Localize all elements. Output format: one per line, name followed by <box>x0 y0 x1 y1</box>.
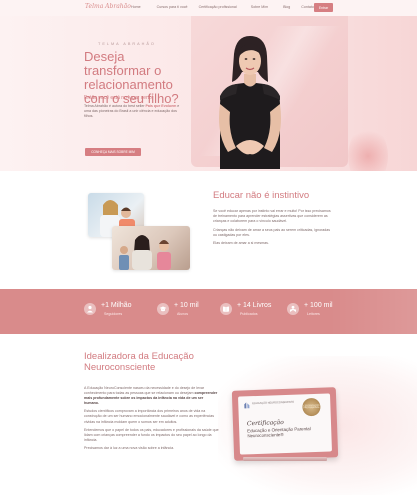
stat-value: +1 Milhão <box>101 302 132 309</box>
stat-value: + 100 mil <box>304 302 333 309</box>
instinct-paragraph: Se você educar apenas por instinto vai e… <box>213 209 331 224</box>
brain-logo-icon <box>244 402 250 409</box>
header-cta-button[interactable]: Entrar <box>314 3 333 12</box>
certificate-subtitle: Educação e Orientação Parental Neurocons… <box>247 426 311 439</box>
stat-value: + 14 Livros <box>237 302 272 309</box>
hero-description: Telma Abrahão é autora do best seller Pa… <box>84 104 184 120</box>
site-header: Telma Abrahão Home Cursos para ti você C… <box>0 0 417 16</box>
instinct-paragraph: Crianças não deixam de amar a seus pais … <box>213 227 331 237</box>
seal-text: CERTIFICAÇÃO PROFISSIONAL <box>303 404 320 410</box>
page: Telma Abrahão Home Cursos para ti você C… <box>0 0 417 495</box>
hero-subtitle: Então você está no lugar certo! <box>84 95 154 101</box>
hero-decor-blob <box>348 126 388 171</box>
stat-label: Publicados <box>240 312 258 316</box>
stat-label: Seguidores <box>104 312 123 316</box>
instinct-section: Educar não é instintivo Se você educar a… <box>0 171 417 289</box>
reader-icon <box>287 303 299 315</box>
about-me-button[interactable]: CONHEÇA MAIS SOBRE MIM <box>85 148 141 156</box>
graduation-icon <box>157 303 169 315</box>
certificate-logo-text: EDUCAÇÃO NEUROCONSCIENTE <box>252 400 295 406</box>
instinct-text: Se você educar apenas por instinto vai e… <box>213 209 331 249</box>
certificate-paper: EDUCAÇÃO NEUROCONSCIENTE CERTIFICAÇÃO PR… <box>238 393 332 455</box>
neuroconscious-text: A Educação NeuroConsciente nasceu da nec… <box>84 386 219 454</box>
neuroconscious-paragraph: Estudos científicos comprovam a importân… <box>84 409 215 424</box>
stat-label: Leitores <box>307 312 320 316</box>
certificate-frame: EDUCAÇÃO NEUROCONSCIENTE CERTIFICAÇÃO PR… <box>231 387 339 461</box>
instinct-paragraph: Elas deixam de amar a si mesmas. <box>213 241 269 246</box>
nav-item-blog[interactable]: Blog <box>283 5 290 9</box>
stat-value: + 10 mil <box>174 302 199 309</box>
person-icon <box>84 303 96 315</box>
book-icon <box>220 303 232 315</box>
teacher-children-photo <box>112 226 190 270</box>
section-title-instinct: Educar não é instintivo <box>213 190 310 201</box>
nav-item-home[interactable]: Home <box>131 5 141 9</box>
nav-item-cursos[interactable]: Cursos para ti você <box>157 5 188 9</box>
nav-item-sobre[interactable]: Sobre Mim <box>251 5 268 9</box>
certificate-stand <box>243 457 327 461</box>
neuroconscious-paragraph: Precisamos dar à luz a uma nova visão so… <box>84 445 175 450</box>
certificate-seal: CERTIFICAÇÃO PROFISSIONAL <box>302 397 321 417</box>
hero-text-prefix: Telma Abrahão é autora do best seller <box>84 104 146 108</box>
certificate-mockup: EDUCAÇÃO NEUROCONSCIENTE CERTIFICAÇÃO PR… <box>231 387 339 463</box>
hero-book-highlight: Pais que Evoluem <box>145 104 177 108</box>
hero-section: TELMA ABRAHÃO Deseja transformar o relac… <box>0 16 417 171</box>
certificate-title: Certificação <box>246 419 284 428</box>
stats-glow <box>330 289 417 334</box>
nav-item-contato[interactable]: Contato <box>301 5 314 9</box>
neuroconscious-paragraph: A Educação NeuroConsciente nasceu da nec… <box>84 386 219 406</box>
paragraph-text: A Educação NeuroConsciente nasceu da nec… <box>84 386 205 396</box>
hero-portrait <box>219 36 281 169</box>
stat-label: Alunos <box>177 312 188 316</box>
hero-kicker: TELMA ABRAHÃO <box>98 42 156 46</box>
site-logo[interactable]: Telma Abrahão <box>85 3 131 10</box>
neuroconscious-paragraph: Entendemos que o papel de todos os pais,… <box>84 427 219 442</box>
nav-item-certificacao[interactable]: Certificação profissional <box>199 5 237 9</box>
section-title-neuroconscious: Idealizadora da Educação Neuroconsciente <box>84 351 194 373</box>
neuroconscious-section: Idealizadora da Educação Neuroconsciente… <box>0 334 417 495</box>
stats-band: +1 Milhão Seguidores + 10 mil Alunos + 1… <box>0 289 417 334</box>
main-nav: Home Cursos para ti você Certificação pr… <box>131 5 314 9</box>
